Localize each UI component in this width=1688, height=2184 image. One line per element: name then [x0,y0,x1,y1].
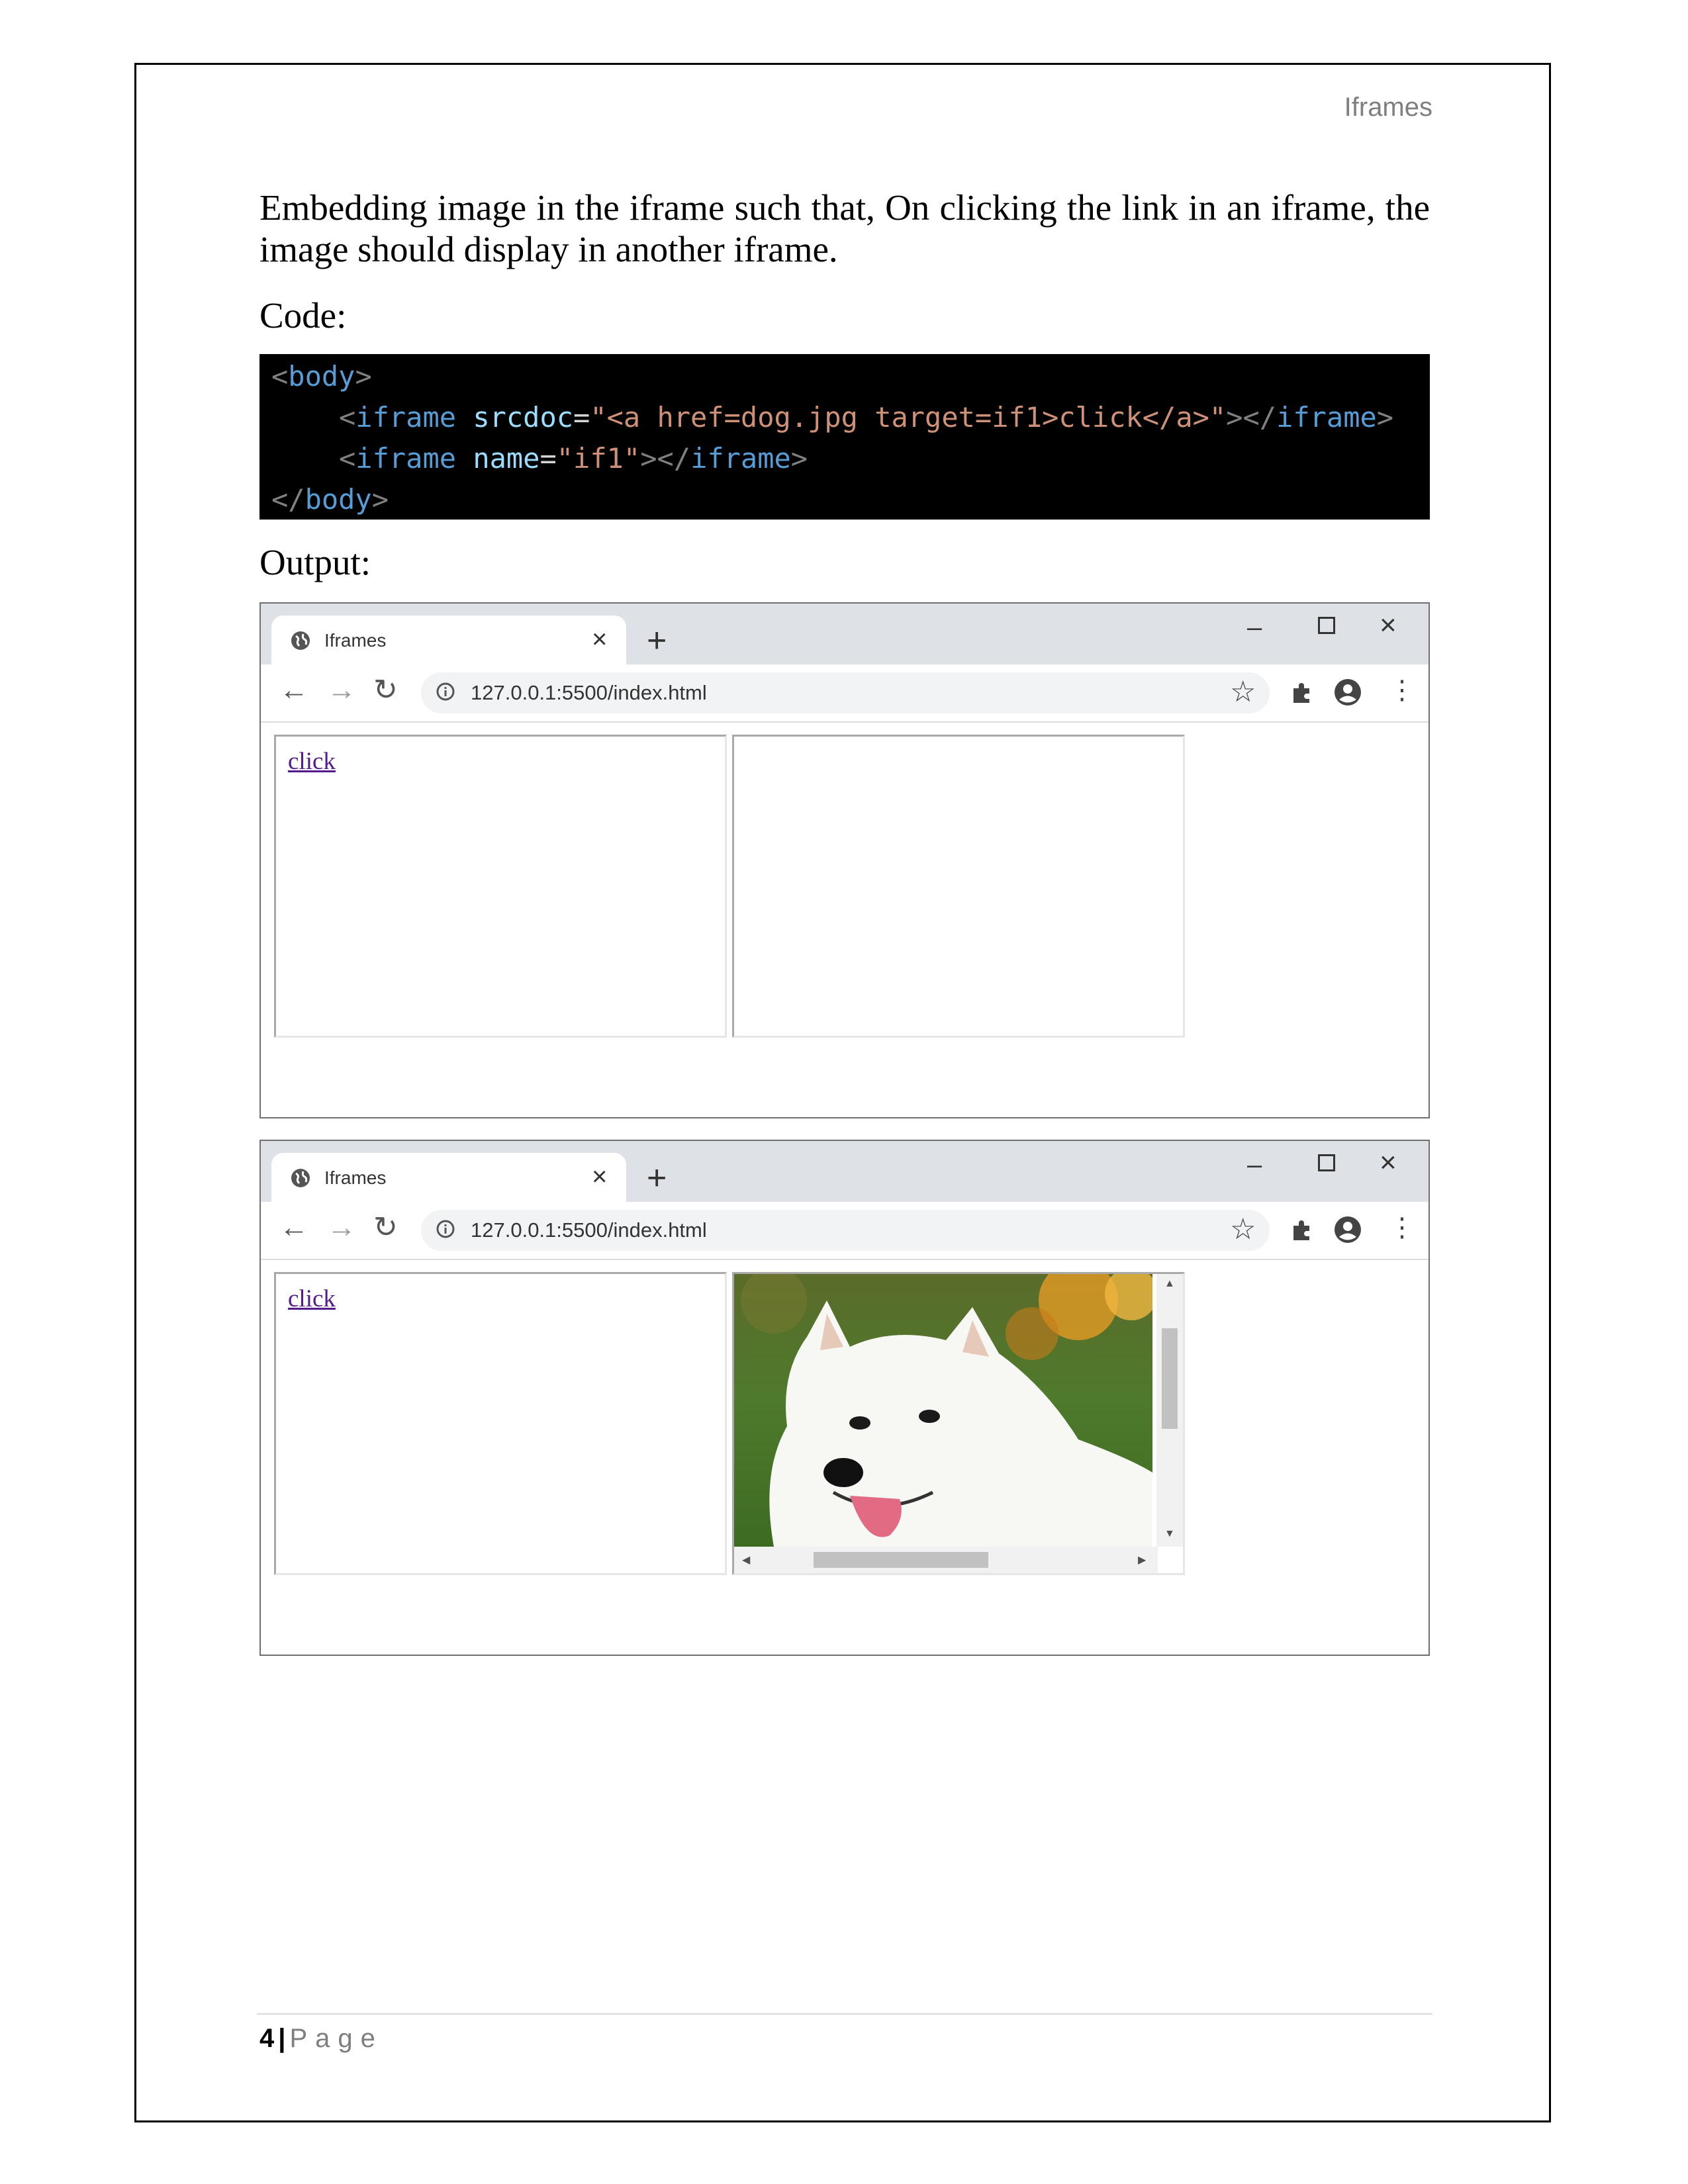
browser-tab[interactable]: Iframes × [271,1153,626,1202]
footer-divider [257,2013,1432,2015]
scroll-down-arrow-icon[interactable]: ▼ [1164,1528,1175,1540]
code-line: <body> [271,360,372,392]
menu-icon[interactable]: ⋮ [1389,1212,1415,1243]
click-link[interactable]: click [288,1285,336,1313]
tab-title: Iframes [324,1167,387,1188]
horizontal-scrollbar[interactable]: ◀ ▶ [734,1547,1158,1573]
browser-window-before: Iframes × + – × ← → ↻ 127.0.0.1:5500/ind… [259,602,1430,1118]
scroll-right-arrow-icon[interactable]: ▶ [1138,1553,1146,1567]
output-label: Output: [259,542,371,582]
page-number: 4 [259,2024,275,2053]
new-tab-button[interactable]: + [647,1161,667,1195]
minimize-button[interactable]: – [1247,1150,1262,1180]
forward-icon[interactable]: → [327,674,356,707]
tab-strip: Iframes × + – × [261,604,1429,664]
code-label: Code: [259,295,347,336]
globe-icon [291,631,310,650]
bookmark-star-icon[interactable]: ☆ [1230,675,1256,709]
new-tab-button[interactable]: + [647,623,667,658]
code-block: <body> <iframe srcdoc="<a href=dog.jpg t… [259,354,1430,520]
click-link[interactable]: click [288,747,336,776]
dog-image [734,1274,1152,1547]
tab-title: Iframes [324,630,387,651]
maximize-button[interactable] [1318,617,1335,634]
info-icon [436,1220,455,1238]
url-text: 127.0.0.1:5500/index.html [471,1218,707,1242]
scroll-left-arrow-icon[interactable]: ◀ [742,1553,750,1567]
info-icon [436,682,455,701]
tab-close-icon[interactable]: × [592,1162,607,1191]
iframe-target-image: ▲ ▼ ◀ ▶ [732,1272,1185,1575]
vertical-scroll-thumb[interactable] [1162,1328,1178,1429]
page-footer: 4 | Page [259,2024,383,2054]
browser-window-after: Iframes × + – × ← → ↻ 127.0.0.1:5500/ind… [259,1140,1430,1656]
maximize-button[interactable] [1318,1154,1335,1171]
code-line: <iframe srcdoc="<a href=dog.jpg target=i… [339,401,1394,433]
browser-toolbar: ← → ↻ 127.0.0.1:5500/index.html ☆ ⋮ [261,1202,1429,1260]
scroll-up-arrow-icon[interactable]: ▲ [1164,1278,1175,1290]
extensions-puzzle-icon[interactable] [1289,1218,1315,1243]
close-window-button[interactable]: × [1380,609,1397,642]
tab-strip: Iframes × + – × [261,1141,1429,1202]
browser-toolbar: ← → ↻ 127.0.0.1:5500/index.html ☆ ⋮ [261,664,1429,723]
address-bar[interactable]: 127.0.0.1:5500/index.html ☆ [421,1210,1270,1251]
code-line: </body> [271,483,389,516]
bookmark-star-icon[interactable]: ☆ [1230,1212,1256,1246]
iframe-link: click [274,735,727,1038]
vertical-scrollbar[interactable]: ▲ ▼ [1156,1274,1183,1547]
profile-avatar-icon[interactable] [1333,1215,1362,1244]
extensions-puzzle-icon[interactable] [1289,680,1315,705]
tab-close-icon[interactable]: × [592,625,607,654]
intro-paragraph: Embedding image in the iframe such that,… [259,187,1430,269]
running-header: Iframes [1344,93,1432,122]
forward-icon[interactable]: → [327,1211,356,1244]
address-bar[interactable]: 127.0.0.1:5500/index.html ☆ [421,672,1270,713]
footer-separator: | [278,2024,286,2053]
reload-icon[interactable]: ↻ [373,1211,398,1244]
horizontal-scroll-thumb[interactable] [814,1552,988,1568]
reload-icon[interactable]: ↻ [373,674,398,707]
page-word: Page [289,2024,383,2053]
iframe-target-empty [732,735,1185,1038]
back-icon[interactable]: ← [279,674,308,707]
menu-icon[interactable]: ⋮ [1389,675,1415,705]
close-window-button[interactable]: × [1380,1146,1397,1179]
back-icon[interactable]: ← [279,1211,308,1244]
globe-icon [291,1169,310,1187]
browser-tab[interactable]: Iframes × [271,615,626,664]
code-line: <iframe name="if1"></iframe> [339,442,808,475]
url-text: 127.0.0.1:5500/index.html [471,681,707,704]
profile-avatar-icon[interactable] [1333,678,1362,707]
iframe-link: click [274,1272,727,1575]
minimize-button[interactable]: – [1247,613,1262,643]
